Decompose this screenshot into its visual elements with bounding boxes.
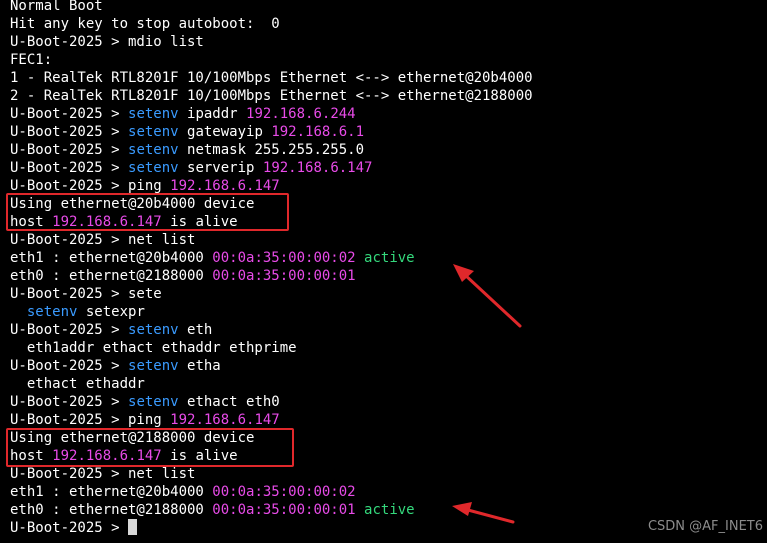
annotation-arrows <box>452 264 522 524</box>
annotation-arrow-first-active <box>453 264 522 328</box>
annotation-arrow-second-active <box>452 502 515 524</box>
terminal-window[interactable]: Normal Boot Hit any key to stop autoboot:… <box>0 0 767 543</box>
watermark: CSDN @AF_INET6 <box>647 519 763 534</box>
